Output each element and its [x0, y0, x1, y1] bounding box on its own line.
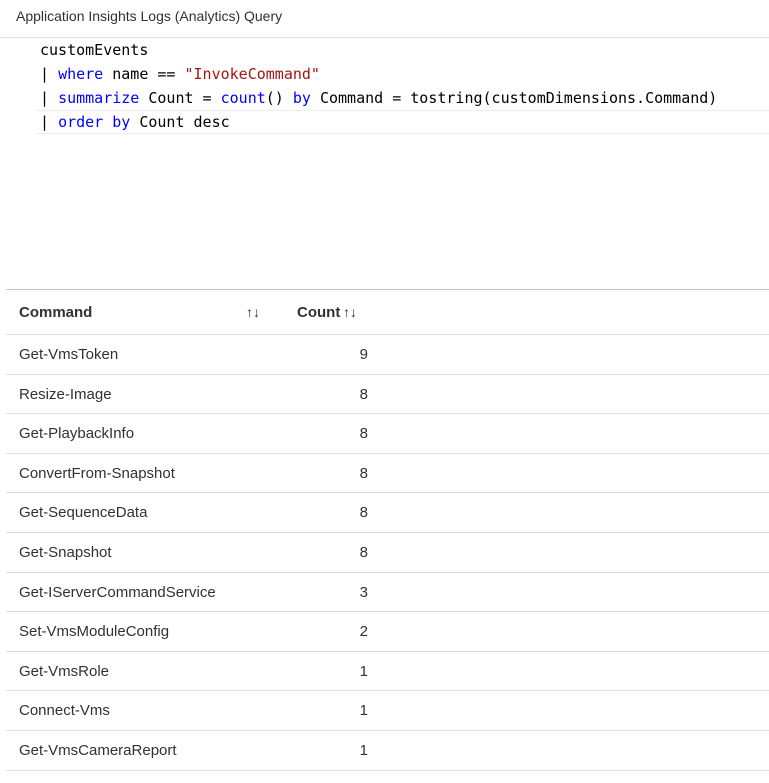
cell-count: 1 — [359, 702, 368, 720]
table-row[interactable]: Get-SequenceData 8 — [6, 493, 769, 533]
code-pipe: | — [40, 65, 59, 83]
code-line-2[interactable]: | where name == "InvokeCommand" — [40, 62, 320, 86]
code-string-literal: "InvokeCommand" — [184, 65, 320, 83]
column-header-count[interactable]: Count — [297, 304, 340, 321]
code-keyword-summarize: summarize — [58, 89, 140, 107]
code-text: name == — [103, 65, 185, 83]
code-text: Count = — [139, 89, 221, 107]
cell-count: 8 — [359, 385, 368, 403]
cell-command: Get-Snapshot — [19, 543, 112, 561]
code-table-name: customEvents — [40, 41, 149, 59]
query-title-bar: Application Insights Logs (Analytics) Qu… — [0, 0, 769, 38]
code-text: Command = tostring(customDimensions.Comm… — [310, 89, 718, 107]
cell-count: 2 — [359, 623, 368, 641]
code-keyword-by: by — [292, 89, 311, 107]
code-text: () — [265, 89, 293, 107]
table-row[interactable]: Set-VmsModuleConfig 2 — [6, 612, 769, 652]
query-editor[interactable]: customEvents | where name == "InvokeComm… — [0, 38, 769, 290]
table-row[interactable]: Get-IServerCommandService 3 — [6, 573, 769, 613]
code-text: Count desc — [130, 113, 230, 131]
code-line-4[interactable]: | order by Count desc — [40, 110, 230, 134]
code-pipe: | — [40, 89, 59, 107]
cell-count: 8 — [359, 543, 368, 561]
cell-command: ConvertFrom-Snapshot — [19, 464, 175, 482]
code-function-count: count — [220, 89, 266, 107]
sort-arrows-icon[interactable]: ↑↓ — [246, 304, 260, 320]
cell-command: Get-VmsRole — [19, 662, 110, 680]
column-header-command[interactable]: Command — [19, 304, 92, 321]
cell-command: Get-SequenceData — [19, 504, 148, 522]
table-row[interactable]: Get-VmsCameraReport 1 — [6, 731, 769, 771]
cell-command: Connect-Vms — [19, 702, 110, 720]
results-grid: Command ↑↓ Count ↑↓ Get-VmsToken 9 Resiz… — [6, 289, 769, 771]
code-line-1[interactable]: customEvents — [40, 38, 148, 62]
query-title: Application Insights Logs (Analytics) Qu… — [16, 8, 283, 24]
cell-count: 1 — [359, 741, 368, 759]
results-header-row: Command ↑↓ Count ↑↓ — [6, 290, 769, 335]
cell-count: 1 — [359, 662, 368, 680]
code-keyword-order-by: order by — [58, 113, 131, 131]
table-row[interactable]: ConvertFrom-Snapshot 8 — [6, 454, 769, 494]
code-pipe: | — [40, 113, 59, 131]
cell-command: Get-VmsCameraReport — [19, 741, 177, 759]
sort-arrows-icon[interactable]: ↑↓ — [343, 304, 357, 320]
cell-count: 8 — [359, 425, 368, 443]
table-row[interactable]: Connect-Vms 1 — [6, 691, 769, 731]
cell-command: Get-PlaybackInfo — [19, 425, 135, 443]
cell-count: 8 — [359, 504, 368, 522]
cell-command: Get-VmsToken — [19, 346, 119, 363]
cell-count: 9 — [359, 346, 368, 363]
cell-count: 3 — [359, 583, 368, 601]
code-keyword-where: where — [58, 65, 104, 83]
table-row[interactable]: Resize-Image 8 — [6, 375, 769, 415]
cell-count: 8 — [359, 464, 368, 482]
cell-command: Set-VmsModuleConfig — [19, 623, 170, 641]
table-row[interactable]: Get-VmsToken 9 — [6, 335, 769, 375]
table-row[interactable]: Get-VmsRole 1 — [6, 652, 769, 692]
table-row[interactable]: Get-PlaybackInfo 8 — [6, 414, 769, 454]
cell-command: Get-IServerCommandService — [19, 583, 216, 601]
cell-command: Resize-Image — [19, 385, 112, 403]
table-row[interactable]: Get-Snapshot 8 — [6, 533, 769, 573]
code-line-3[interactable]: | summarize Count = count() by Command =… — [40, 86, 717, 110]
